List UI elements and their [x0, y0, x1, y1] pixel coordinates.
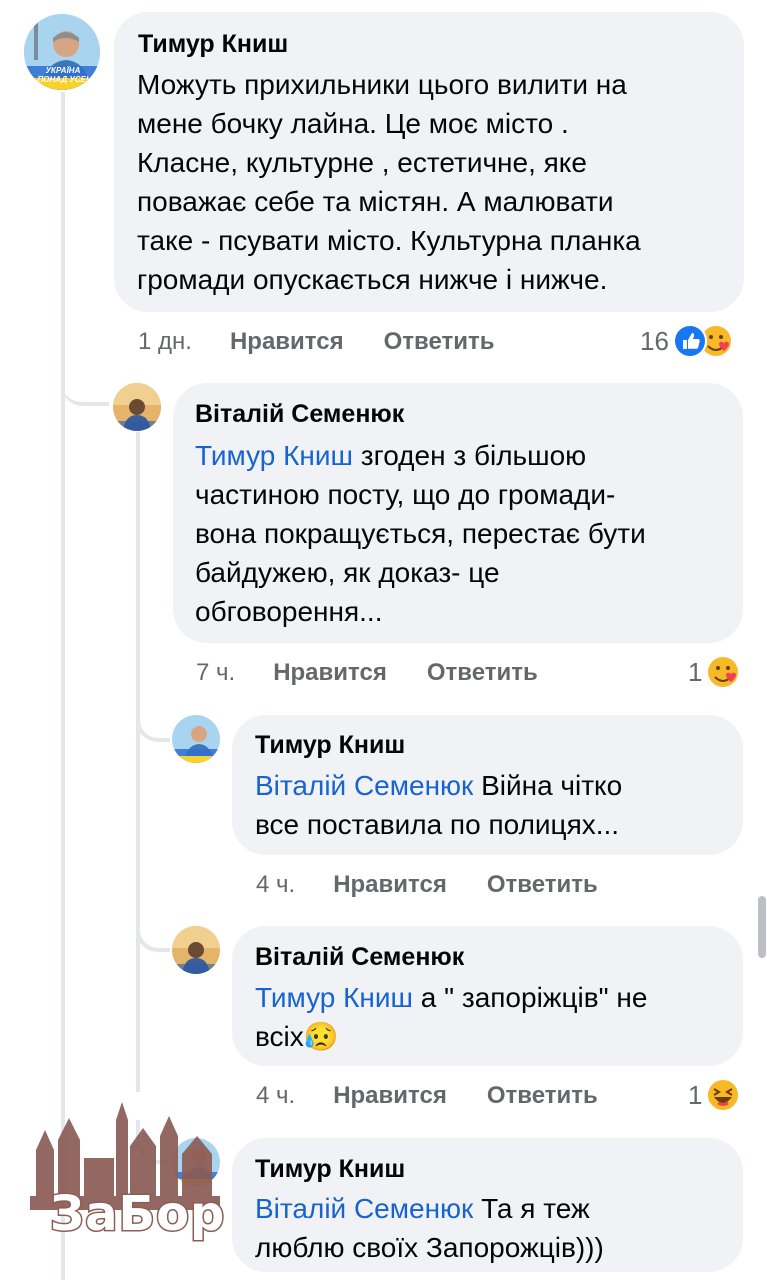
comment-line-text: згоден з більшою [353, 440, 587, 471]
comment-line: все поставила по полицях... [255, 809, 620, 840]
reply-button[interactable]: Ответить [427, 659, 538, 687]
comment-line: байдужею, як доказ- це [195, 557, 500, 588]
comment-text: Віталій Семенюк Війна чітко все поставил… [255, 766, 735, 844]
person-avatar-icon [172, 926, 220, 974]
comment-author[interactable]: Віталій Семенюк [255, 943, 464, 972]
thread-line-reply [136, 432, 140, 1092]
watermark-text: ЗаБор [48, 1185, 226, 1244]
comment-line: Віталій Семенюк Та я теж [255, 1189, 735, 1228]
reaction-count: 1 [688, 1079, 703, 1110]
like-button[interactable]: Нравится [230, 328, 344, 356]
person-avatar-icon [113, 383, 161, 431]
reply-button[interactable]: Ответить [487, 1082, 598, 1110]
reply-button[interactable]: Ответить [384, 328, 495, 356]
comment-line: таке - псувати місто. Культурна планка [137, 225, 641, 256]
comment-line: частиною посту, що до громади- [195, 479, 616, 510]
avatar[interactable] [172, 715, 220, 763]
comment-author[interactable]: Віталій Семенюк [195, 400, 404, 429]
mention-link[interactable]: Тимур Книш [195, 440, 353, 471]
comment-time[interactable]: 4 ч. [256, 871, 295, 899]
scrollbar[interactable] [758, 896, 766, 958]
reaction-count: 1 [688, 656, 703, 687]
avatar-badge-line-2: ПОНАД УСЕ! [37, 75, 89, 84]
avatar-badge-line-1: УКРАЇНА [45, 66, 81, 75]
comment-time[interactable]: 7 ч. [196, 659, 235, 687]
comment-line: громади опускається нижче і нижче. [137, 264, 608, 295]
thread-curve-reply-1 [61, 360, 109, 406]
comment-actions: 1 дн. Нравится Ответить [138, 328, 535, 356]
reaction-summary[interactable]: 16 [640, 324, 733, 358]
comment-text: Віталій Семенюк Та я теж люблю своїх Зап… [255, 1189, 735, 1267]
comment-line: Віталій Семенюк Війна чітко [255, 766, 735, 805]
avatar[interactable]: УКРАЇНА ПОНАД УСЕ! [24, 14, 100, 90]
avatar[interactable] [113, 383, 161, 431]
like-icon [672, 324, 707, 358]
comment-text: Тимур Книш згоден з більшою частиною пос… [195, 436, 735, 631]
like-button[interactable]: Нравится [333, 1082, 447, 1110]
comment-line: поважає себе та містян. А малювати [137, 186, 614, 217]
mention-link[interactable]: Тимур Книш [255, 982, 413, 1013]
reply-button[interactable]: Ответить [487, 871, 598, 899]
like-button[interactable]: Нравится [273, 659, 387, 687]
watermark-logo: ЗаБор [30, 1100, 226, 1250]
comment-line: Класне, культурне , естетичне, яке [137, 147, 587, 178]
mention-link[interactable]: Віталій Семенюк [255, 770, 473, 801]
comment-line-text: всіх [255, 1021, 304, 1052]
comment-actions: 7 ч. Нравится Ответить [196, 659, 578, 687]
comment-text: Тимур Книш а " запоріжців" не всіх😥 [255, 978, 735, 1056]
care-icon [706, 655, 741, 689]
reaction-summary[interactable]: 1 [688, 1078, 741, 1112]
like-button[interactable]: Нравится [333, 871, 447, 899]
thread-curve-reply-3 [136, 910, 170, 952]
comment-line-text: Та я теж [473, 1193, 590, 1224]
comment-line: Тимур Книш згоден з більшою [195, 436, 735, 475]
avatar-badge: УКРАЇНА ПОНАД УСЕ! [32, 66, 94, 84]
comment-line-text: Війна чітко [473, 770, 623, 801]
comment-time[interactable]: 1 дн. [138, 328, 192, 356]
comment-author[interactable]: Тимур Книш [138, 30, 288, 59]
comment-line: Можуть прихильники цього вилити на [137, 69, 627, 100]
comment-actions: 4 ч. Нравится Ответить [256, 1082, 638, 1110]
comment-line: всіх😥 [255, 1017, 735, 1056]
comment-line: вона покращується, перестає бути [195, 518, 646, 549]
mention-link[interactable]: Віталій Семенюк [255, 1193, 473, 1224]
reaction-count: 16 [640, 325, 669, 356]
person-avatar-icon [172, 715, 220, 763]
comment-line: мене бочку лайна. Це моє місто . [137, 108, 569, 139]
comment-author[interactable]: Тимур Книш [255, 1155, 405, 1184]
comment-actions: 4 ч. Нравится Ответить [256, 871, 638, 899]
comment-text: Можуть прихильники цього вилити на мене … [137, 65, 737, 299]
comment-line: люблю своїх Запорожців))) [255, 1232, 604, 1263]
comment-line-text: а " запоріжців" не [413, 982, 648, 1013]
thread-curve-reply-2 [136, 700, 170, 742]
haha-icon [706, 1078, 741, 1112]
reaction-summary[interactable]: 1 [688, 655, 741, 689]
sad-emoji: 😥 [303, 1021, 339, 1052]
avatar[interactable] [172, 926, 220, 974]
comment-line: обговорення... [195, 596, 383, 627]
comment-line: Тимур Книш а " запоріжців" не [255, 978, 735, 1017]
comment-author[interactable]: Тимур Книш [255, 731, 405, 760]
comment-time[interactable]: 4 ч. [256, 1082, 295, 1110]
